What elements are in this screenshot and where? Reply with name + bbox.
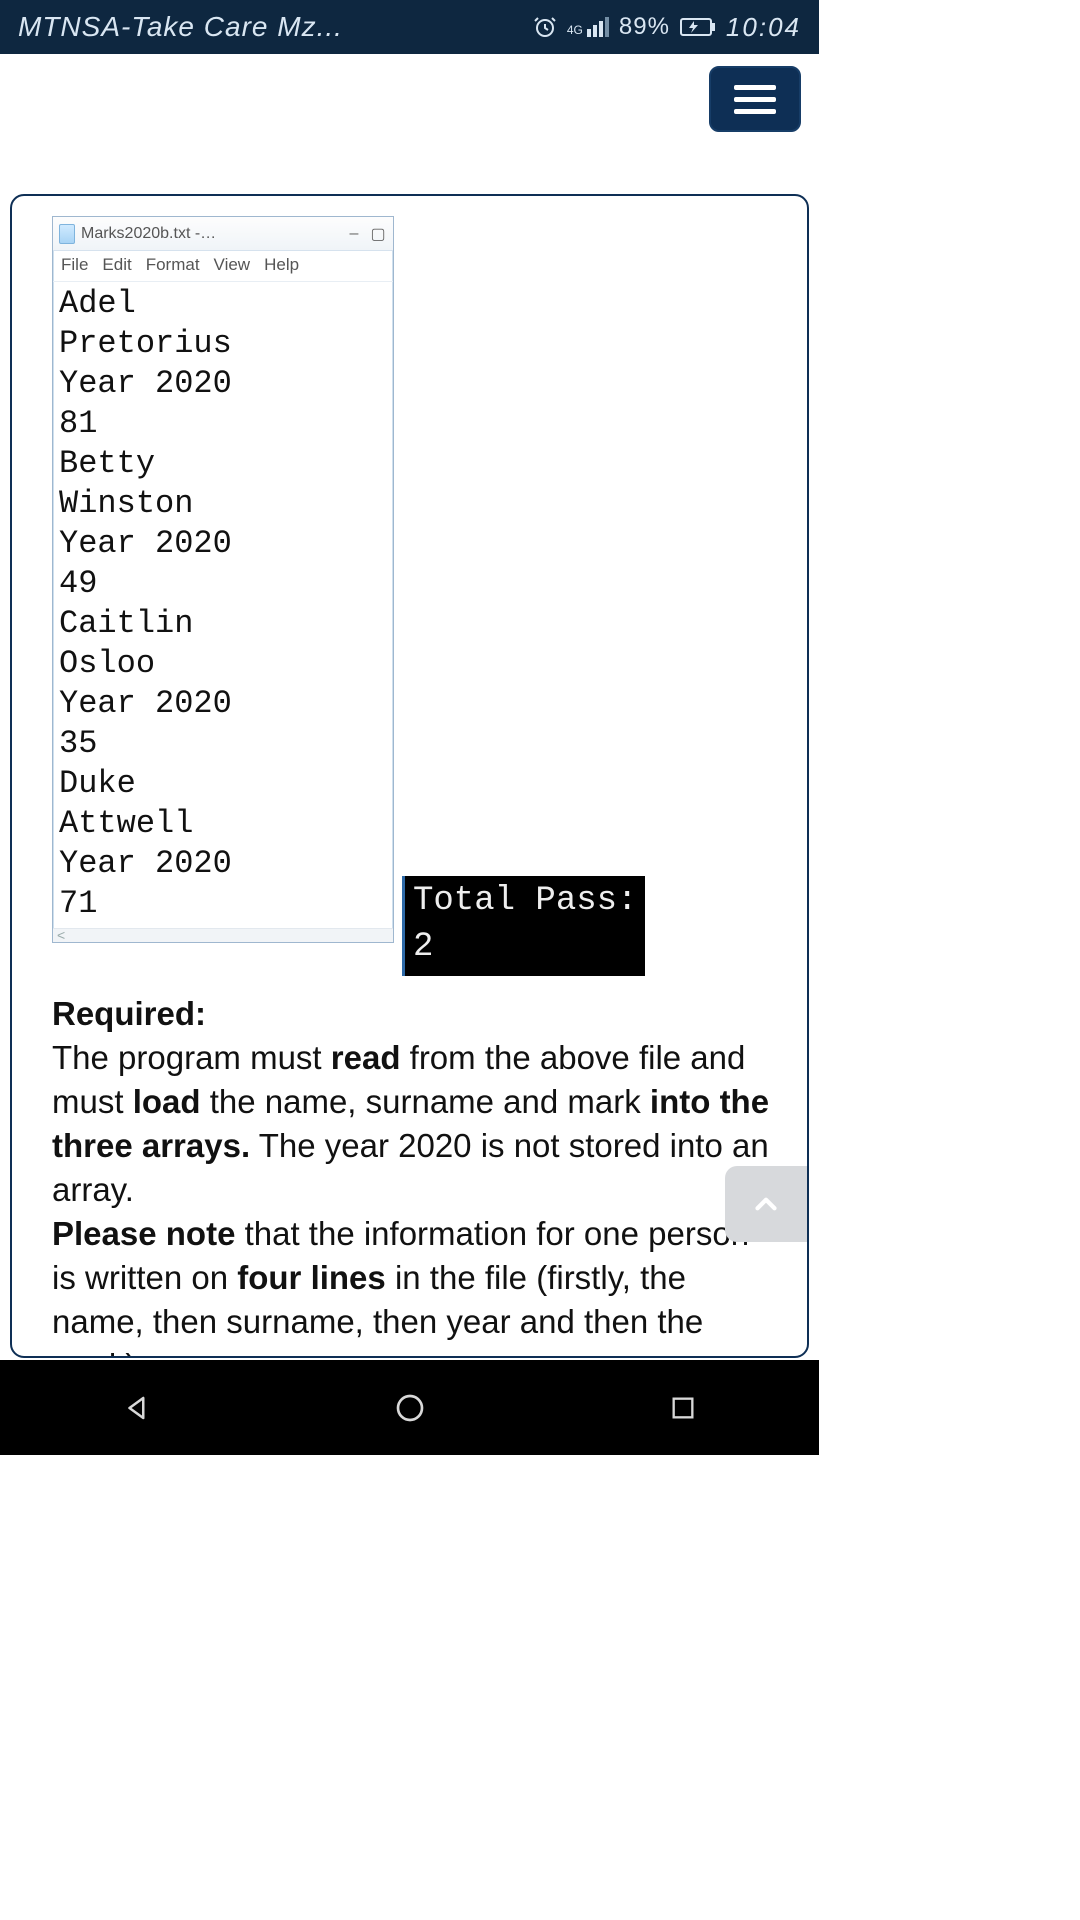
chevron-up-icon bbox=[749, 1187, 783, 1221]
square-recents-icon bbox=[669, 1394, 697, 1422]
console-line-1: Total Pass: bbox=[413, 882, 637, 920]
instructions-text: Required: The program must read from the… bbox=[12, 986, 807, 1358]
triangle-back-icon bbox=[122, 1393, 152, 1423]
minimize-icon: – bbox=[345, 225, 363, 243]
menu-edit[interactable]: Edit bbox=[102, 255, 131, 275]
battery-icon bbox=[680, 18, 716, 36]
notepad-file-icon bbox=[59, 224, 75, 244]
notepad-body: Adel Pretorius Year 2020 81 Betty Winsto… bbox=[53, 282, 393, 928]
required-label: Required: bbox=[52, 995, 206, 1032]
console-output: Total Pass: 2 bbox=[402, 876, 645, 976]
app-bar bbox=[0, 54, 819, 194]
notepad-window: Marks2020b.txt -… – ▢ File Edit Format V… bbox=[52, 216, 394, 943]
console-line-2: 2 bbox=[413, 928, 433, 966]
menu-view[interactable]: View bbox=[214, 255, 251, 275]
nav-recents-button[interactable] bbox=[663, 1388, 703, 1428]
network-label: 4G bbox=[567, 23, 583, 37]
notepad-scrollbar[interactable] bbox=[53, 928, 393, 942]
nav-back-button[interactable] bbox=[117, 1388, 157, 1428]
notepad-titlebar: Marks2020b.txt -… – ▢ bbox=[53, 217, 393, 251]
nav-home-button[interactable] bbox=[390, 1388, 430, 1428]
menu-help[interactable]: Help bbox=[264, 255, 299, 275]
maximize-icon: ▢ bbox=[369, 224, 387, 244]
battery-percent: 89% bbox=[619, 13, 670, 41]
notepad-menubar: File Edit Format View Help bbox=[53, 251, 393, 282]
menu-format[interactable]: Format bbox=[146, 255, 200, 275]
status-right: 4G 89% 10:04 bbox=[533, 12, 801, 43]
hamburger-icon bbox=[734, 85, 776, 90]
status-title: MTNSA-Take Care Mz... bbox=[18, 11, 533, 43]
android-status-bar: MTNSA-Take Care Mz... 4G 89% 10:04 bbox=[0, 0, 819, 54]
notepad-filename: Marks2020b.txt -… bbox=[81, 225, 339, 243]
circle-home-icon bbox=[394, 1392, 426, 1424]
signal-icon: 4G bbox=[567, 17, 609, 37]
content-card: Marks2020b.txt -… – ▢ File Edit Format V… bbox=[10, 194, 809, 1358]
status-clock: 10:04 bbox=[726, 12, 801, 43]
menu-button[interactable] bbox=[709, 66, 801, 132]
alarm-icon bbox=[533, 15, 557, 39]
scroll-top-button[interactable] bbox=[725, 1166, 807, 1242]
figure-area: Marks2020b.txt -… – ▢ File Edit Format V… bbox=[12, 196, 807, 986]
menu-file[interactable]: File bbox=[61, 255, 88, 275]
android-nav-bar bbox=[0, 1360, 819, 1455]
